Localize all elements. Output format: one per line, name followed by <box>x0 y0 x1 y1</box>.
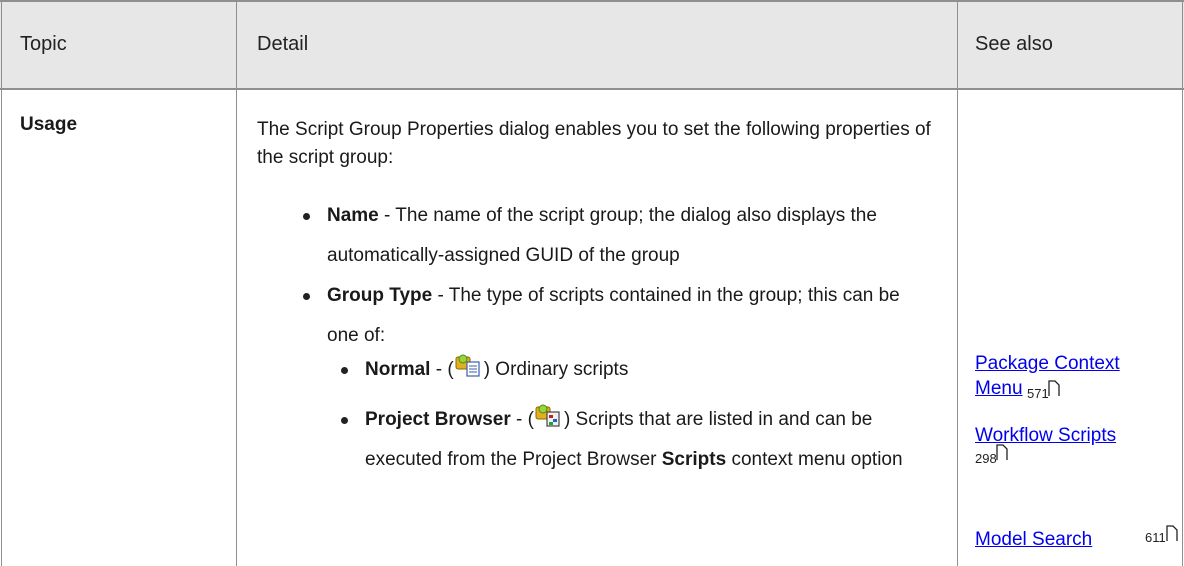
page-ref-marker-icon <box>1166 525 1178 541</box>
sub-bullet-dot <box>341 367 348 374</box>
sub-bullet-text: ) Ordinary scripts <box>483 359 629 380</box>
topic-usage: Usage <box>20 114 78 135</box>
bullet-term: Group Type <box>327 285 433 306</box>
header-detail: Detail <box>257 32 309 55</box>
column-divider-1 <box>236 0 237 566</box>
page-ref-marker-icon <box>1048 380 1060 396</box>
sub-bullet-project-browser: Project Browser - ( ) Scripts that are l… <box>365 400 935 480</box>
sub-bullet-term-scripts: Scripts <box>661 449 727 470</box>
project-browser-script-group-icon <box>534 403 564 427</box>
bullet-name: Name - The name of the script group; the… <box>327 196 927 276</box>
page-ref-marker-icon <box>996 444 1008 460</box>
bullet-dot <box>303 293 310 300</box>
sub-bullet-pre: - ( <box>510 409 534 430</box>
header-topic: Topic <box>20 32 67 55</box>
sub-bullet-normal: Normal - ( ) Ordinary scripts <box>365 350 925 390</box>
link-package-context-menu[interactable]: Package Context <box>975 352 1120 376</box>
table-left-border <box>1 0 2 566</box>
page-ref: 298 <box>975 451 997 466</box>
page-ref: 571 <box>1027 386 1049 401</box>
sub-bullet-text-end: context menu option <box>726 449 903 470</box>
detail-intro: The Script Group Properties dialog enabl… <box>257 119 931 168</box>
column-divider-2 <box>957 0 958 566</box>
link-model-search[interactable]: Model Search <box>975 528 1092 552</box>
sub-bullet-term: Normal <box>365 359 431 380</box>
help-topic-table: Topic Detail See also Usage The Script G… <box>0 0 1184 566</box>
bullet-group-type: Group Type - The type of scripts contain… <box>327 276 927 356</box>
bullet-dot <box>303 213 310 220</box>
sub-bullet-pre: - ( <box>430 359 454 380</box>
normal-script-group-icon <box>454 353 484 377</box>
table-right-border <box>1182 0 1183 566</box>
table-header-row: Topic Detail See also <box>0 0 1184 88</box>
bullet-text: - The name of the script group; the dial… <box>327 205 877 266</box>
header-see-also: See also <box>975 32 1053 55</box>
bullet-term: Name <box>327 205 379 226</box>
page-ref: 611 <box>1145 530 1166 545</box>
link-package-context-menu-cont[interactable]: Menu <box>975 377 1023 401</box>
header-bottom-border <box>0 88 1184 90</box>
table-top-border <box>0 0 1184 2</box>
sub-bullet-dot <box>341 417 348 424</box>
sub-bullet-term: Project Browser <box>365 409 511 430</box>
